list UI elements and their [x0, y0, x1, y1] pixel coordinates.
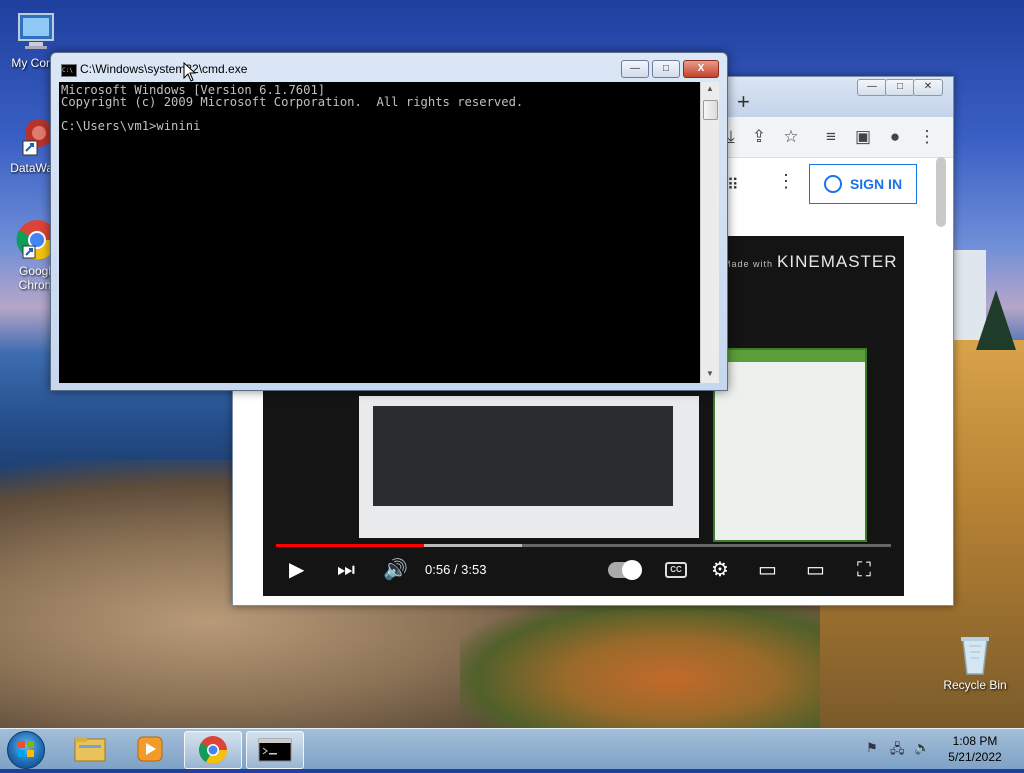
desktop-icon-label: Recycle Bin [943, 678, 1007, 692]
taskbar-media-player[interactable] [122, 731, 178, 767]
bookmark-star-icon[interactable]: ☆ [779, 127, 803, 147]
share-icon[interactable]: ⇪ [747, 127, 771, 147]
new-tab-button[interactable]: + [737, 89, 750, 115]
miniplayer-icon[interactable]: ▭ [758, 558, 777, 582]
apps-grid-icon[interactable]: ⠿ [727, 175, 739, 195]
recycle-bin-icon [953, 632, 997, 676]
desktop-icon-recycle-bin[interactable]: Recycle Bin [940, 632, 1010, 692]
cmd-close-button[interactable]: X [683, 60, 719, 78]
cmd-window-icon[interactable]: C:\ [61, 64, 77, 77]
sign-in-label: SIGN IN [849, 176, 903, 192]
profile-avatar-icon[interactable]: ● [883, 127, 907, 147]
user-icon [823, 175, 842, 193]
desktop-wallpaper-flowers [460, 600, 880, 730]
video-watermark: Made with KINEMASTER [723, 252, 898, 272]
settings-gear-icon[interactable]: ⚙ [711, 558, 729, 582]
scroll-down-arrow-icon[interactable]: ▼ [706, 369, 714, 378]
page-scrollbar[interactable] [936, 157, 946, 227]
play-button[interactable]: ▶ [289, 558, 304, 582]
side-panel-icon[interactable]: ▣ [851, 127, 875, 147]
chrome-minimize-button[interactable]: — [857, 79, 887, 96]
cmd-maximize-button[interactable]: □ [652, 60, 680, 78]
video-frame-screen [373, 406, 673, 506]
action-center-flag-icon[interactable]: ⚑ [866, 740, 878, 756]
video-frame-dialog [713, 348, 867, 542]
mouse-cursor-icon [183, 62, 197, 82]
command-prompt-icon [258, 738, 292, 762]
taskbar-chrome[interactable] [184, 731, 242, 769]
network-icon[interactable]: 🖧 [890, 740, 905, 762]
watermark-text: KINEMASTER [777, 252, 898, 271]
more-options-icon[interactable]: ⋮ [777, 171, 795, 192]
desktop-wallpaper-tree [976, 290, 1016, 350]
chrome-menu-icon[interactable]: ⋮ [915, 127, 939, 147]
taskbar-explorer[interactable] [62, 731, 118, 767]
clock-date: 5/21/2022 [948, 750, 1002, 764]
captions-button[interactable]: CC [665, 562, 687, 578]
chrome-close-button[interactable]: ✕ [913, 79, 943, 96]
computer-icon [15, 10, 59, 54]
console-line: Copyright (c) 2009 Microsoft Corporation… [61, 95, 524, 109]
start-button[interactable] [7, 731, 45, 769]
taskbar: ⚑ 🖧 🔈 1:08 PM 5/21/2022 [0, 728, 1024, 769]
media-queue-icon[interactable]: ≡ [819, 127, 843, 147]
volume-tray-icon[interactable]: 🔈 [914, 740, 930, 756]
console-prompt-line: C:\Users\vm1>winini [61, 119, 201, 133]
taskbar-clock[interactable]: 1:08 PM 5/21/2022 [940, 733, 1010, 765]
fullscreen-icon[interactable]: ⛶ [857, 558, 871, 582]
video-progress-fill [276, 544, 424, 547]
watermark-prefix: Made with [723, 259, 774, 269]
video-progress-bar[interactable] [276, 544, 891, 547]
sign-in-button[interactable]: SIGN IN [809, 164, 917, 204]
theater-mode-icon[interactable]: ▭ [806, 558, 825, 582]
cmd-console[interactable]: Microsoft Windows [Version 6.1.7601] Cop… [59, 82, 700, 383]
next-button[interactable]: ⏭ [337, 558, 355, 582]
scroll-up-arrow-icon[interactable]: ▲ [706, 84, 714, 93]
chrome-maximize-button[interactable]: □ [885, 79, 915, 96]
media-player-icon [137, 736, 163, 762]
volume-icon[interactable]: 🔊 [383, 558, 408, 582]
cmd-scrollbar[interactable]: ▲ ▼ [700, 82, 719, 383]
cmd-window-title: C:\Windows\system32\cmd.exe [80, 62, 248, 76]
cmd-minimize-button[interactable]: — [621, 60, 649, 78]
folder-icon [74, 737, 106, 762]
windows-logo-icon [18, 741, 34, 757]
taskbar-cmd[interactable] [246, 731, 304, 769]
cmd-window: C:\ C:\Windows\system32\cmd.exe — □ X Mi… [50, 52, 728, 391]
clock-time: 1:08 PM [952, 734, 998, 748]
video-time: 0:56 / 3:53 [425, 562, 487, 577]
autoplay-toggle[interactable] [608, 560, 642, 580]
cmd-scroll-thumb[interactable] [703, 100, 718, 120]
chrome-icon [199, 736, 227, 764]
